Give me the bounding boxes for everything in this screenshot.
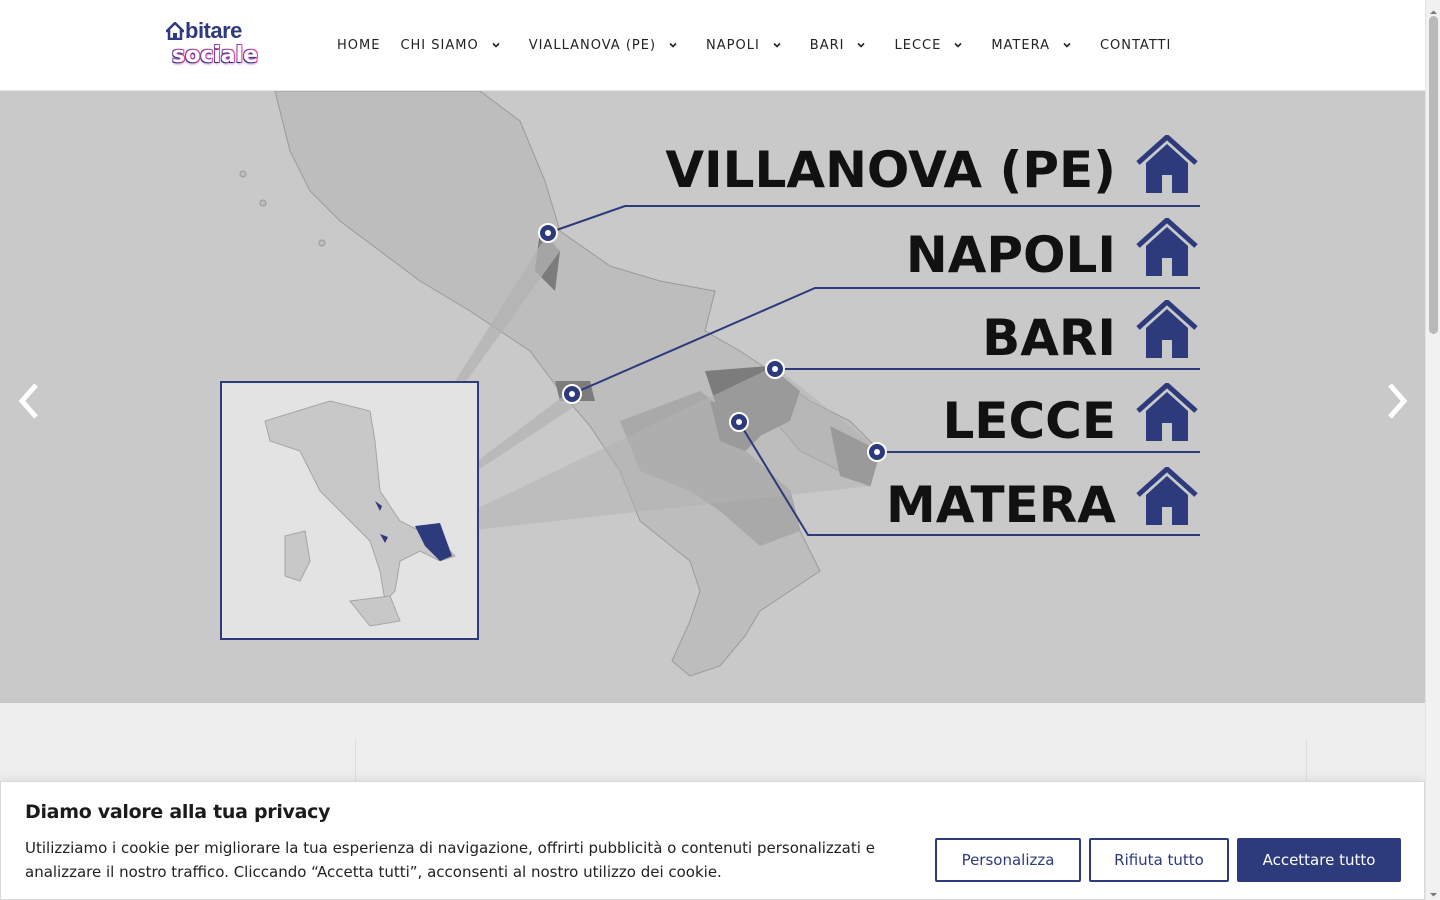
- chevron-down-icon: [668, 39, 678, 49]
- cookie-banner: Diamo valore alla tua privacy Utilizziam…: [0, 781, 1425, 900]
- scroll-up-icon[interactable]: [1429, 4, 1438, 14]
- cookie-title: Diamo valore alla tua privacy: [25, 801, 331, 823]
- chevron-left-icon: [18, 383, 38, 419]
- chevron-right-icon: [1388, 383, 1408, 419]
- chevron-down-icon: [491, 39, 501, 49]
- house-icon: [1134, 465, 1200, 527]
- nav-item-home[interactable]: HOME: [337, 36, 380, 54]
- nav-item-matera[interactable]: MATERA: [991, 36, 1072, 54]
- nav-item-villanova[interactable]: VIALLANOVA (PE): [529, 36, 678, 54]
- customize-button[interactable]: Personalizza: [935, 838, 1081, 882]
- chevron-down-icon: [953, 39, 963, 49]
- nav-item-napoli[interactable]: NAPOLI: [706, 36, 782, 54]
- chevron-down-icon: [772, 39, 782, 49]
- nav-item-bari[interactable]: BARI: [810, 36, 867, 54]
- city-label-matera: MATERA: [885, 476, 1116, 534]
- city-label-bari: BARI: [982, 309, 1116, 367]
- logo-house-icon: [163, 20, 187, 41]
- house-icon: [1134, 381, 1200, 443]
- house-icon: [1134, 298, 1200, 360]
- scrollbar-thumb[interactable]: [1429, 16, 1438, 334]
- city-label-lecce: LECCE: [942, 392, 1116, 450]
- nav-item-contatti[interactable]: CONTATTI: [1100, 36, 1171, 54]
- main-nav: HOME CHI SIAMO VIALLANOVA (PE) NAPOLI BA…: [337, 36, 1191, 54]
- site-logo[interactable]: bitare sociale: [163, 18, 262, 70]
- hero-slider: VILLANOVA (PE) NAPOLI BARI LECCE MATERA: [0, 91, 1425, 703]
- nav-item-lecce[interactable]: LECCE: [894, 36, 963, 54]
- chevron-down-icon: [1062, 39, 1072, 49]
- city-label-villanova: VILLANOVA (PE): [665, 141, 1116, 199]
- city-label-napoli: NAPOLI: [905, 226, 1116, 284]
- cookie-text: Utilizziamo i cookie per migliorare la t…: [25, 839, 875, 881]
- house-icon: [1134, 216, 1200, 278]
- scroll-down-icon[interactable]: [1429, 886, 1438, 897]
- house-icon: [1134, 133, 1200, 195]
- accept-all-button[interactable]: Accettare tutto: [1237, 838, 1401, 882]
- chevron-down-icon: [856, 39, 866, 49]
- reject-all-button[interactable]: Rifiuta tutto: [1089, 838, 1229, 882]
- page-scrollbar[interactable]: [1425, 0, 1440, 900]
- slider-next-button[interactable]: [1382, 381, 1412, 421]
- nav-item-chi-siamo[interactable]: CHI SIAMO: [400, 36, 500, 54]
- slider-prev-button[interactable]: [14, 381, 44, 421]
- logo-text-bottom: sociale: [172, 43, 259, 68]
- site-header: bitare sociale HOME CHI SIAMO VIALLANOVA…: [0, 0, 1425, 91]
- logo-text-top: bitare: [185, 18, 242, 43]
